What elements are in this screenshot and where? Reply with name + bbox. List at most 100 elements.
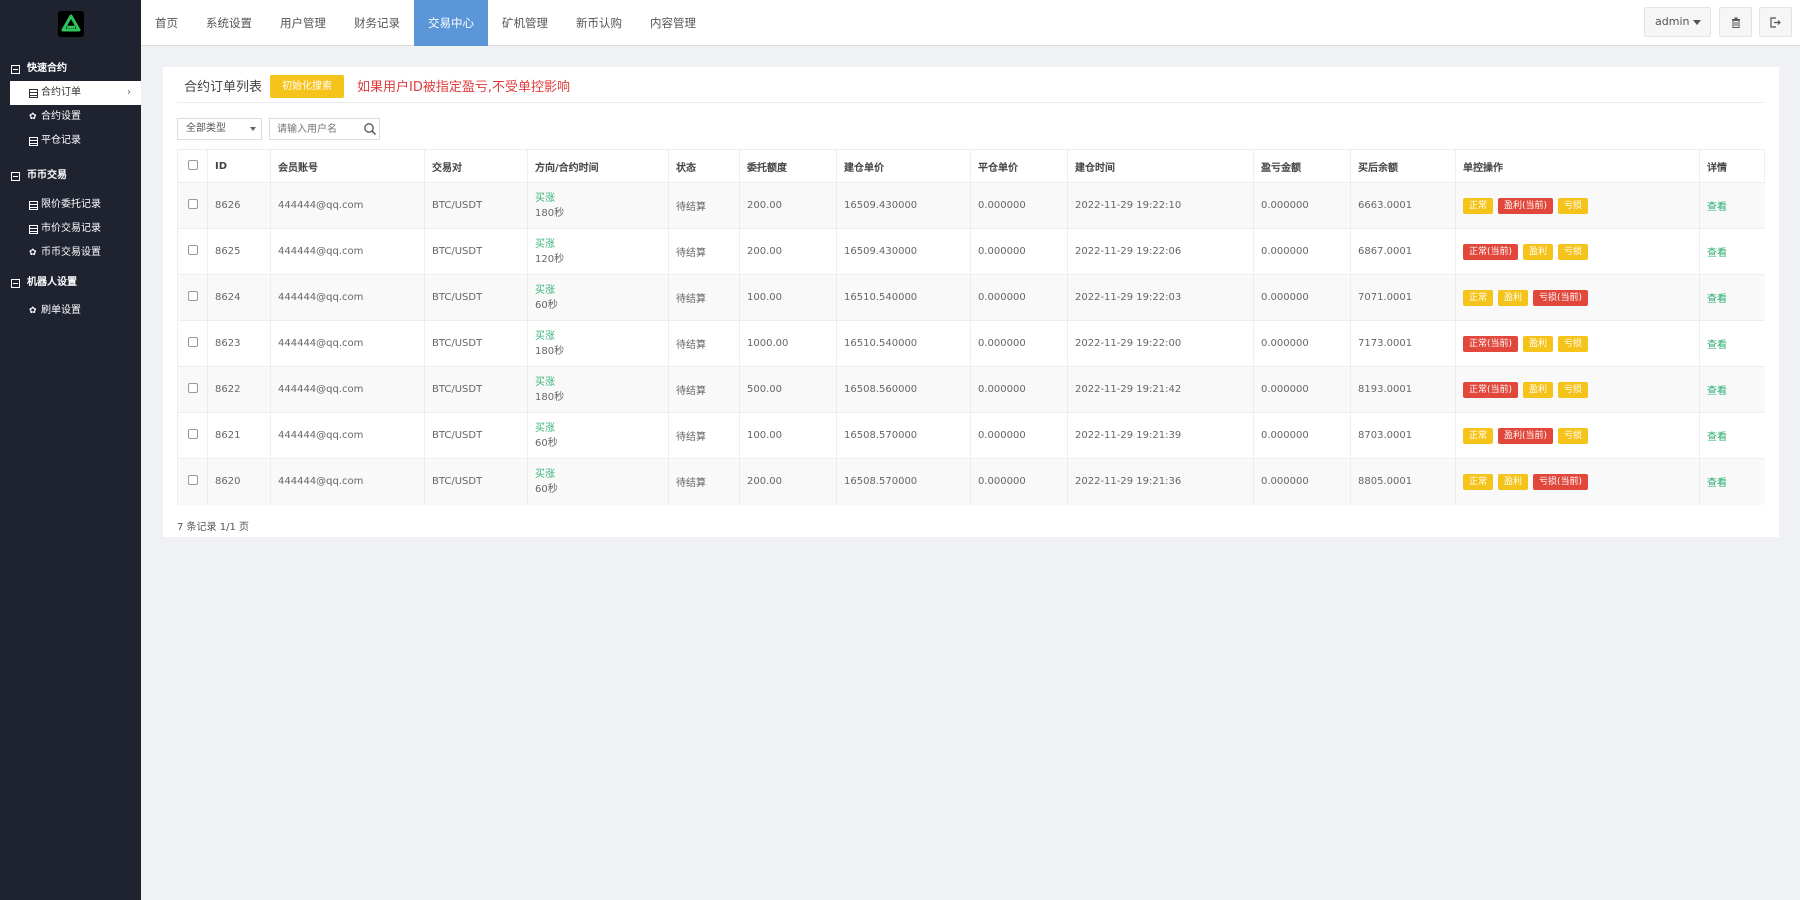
select-all-checkbox[interactable] [187,159,198,170]
nav-trading-center[interactable]: 交易中心 [414,0,488,46]
cell-pair: BTC/USDT [424,412,528,459]
sidebar-item-contract-orders[interactable]: 合约订单 › [10,81,141,105]
sidebar-item-coin-settings[interactable]: ✿ 币币交易设置 [0,241,141,265]
cell-account: 444444@qq.com [270,412,425,459]
search-icon[interactable] [363,122,377,136]
table-icon [29,136,38,146]
control-action-button[interactable]: 亏损(当前) [1533,289,1589,306]
row-select-cell [177,228,208,275]
control-action-button[interactable]: 亏损 [1558,243,1589,260]
clear-cache-button[interactable] [1719,7,1752,37]
view-detail-link[interactable]: 查看 [1707,202,1727,213]
sidebar: 快速合约 合约订单 › ✿ 合约设置 平仓记录 币币交易 限价委托记录 市价交易记录… [0,0,141,900]
table-icon [29,224,38,234]
nav-new-coin-subscription[interactable]: 新币认购 [562,0,636,46]
cell-control: 正常(当前) 盈利 亏损 [1455,366,1700,413]
row-select-cell [177,412,208,459]
sidebar-group-contract: 快速合约 合约订单 › ✿ 合约设置 平仓记录 [0,57,141,153]
nav-system-settings[interactable]: 系统设置 [192,0,266,46]
row-select-cell [177,274,208,321]
reset-search-button[interactable]: 初始化搜索 [270,75,344,98]
control-action-button[interactable]: 正常(当前) [1463,381,1519,398]
view-detail-link[interactable]: 查看 [1707,248,1727,259]
control-action-button[interactable]: 亏损 [1558,427,1589,444]
row-checkbox[interactable] [187,199,198,209]
logo[interactable] [58,11,84,37]
gear-icon: ✿ [29,111,37,122]
nav-miner-management[interactable]: 矿机管理 [488,0,562,46]
control-action-button[interactable]: 盈利 [1498,289,1529,306]
control-action-button[interactable]: 盈利(当前) [1498,427,1554,444]
table-row: 8622 444444@qq.com BTC/USDT 买涨 180秒 待结算 500.00… [177,366,1765,413]
cell-balance: 6663.0001 [1350,182,1456,229]
type-filter-select[interactable]: 全部类型 [177,118,262,140]
cell-close-price: 0.000000 [970,228,1068,275]
cell-account: 444444@qq.com [270,274,425,321]
sidebar-group-title[interactable]: 快速合约 [0,57,141,81]
nav-user-management[interactable]: 用户管理 [266,0,340,46]
row-checkbox[interactable] [187,291,198,301]
main-nav: 首页 系统设置 用户管理 财务记录 交易中心 矿机管理 新币认购 内容管理 [141,0,1800,46]
view-detail-link[interactable]: 查看 [1707,432,1727,443]
control-action-button[interactable]: 盈利 [1523,335,1554,352]
cell-amount: 200.00 [739,458,837,505]
cell-open-time: 2022-11-29 19:22:10 [1067,182,1254,229]
cell-direction: 买涨 120秒 [527,228,669,275]
cell-status: 待结算 [668,412,740,459]
row-checkbox[interactable] [187,383,198,393]
sidebar-item-contract-settings[interactable]: ✿ 合约设置 [0,105,141,129]
col-control: 单控操作 [1455,149,1700,183]
row-checkbox[interactable] [187,429,198,439]
contract-orders-panel: 合约订单列表 初始化搜索 如果用户ID被指定盈亏,不受单控影响 全部类型 ID … [163,67,1779,537]
control-action-button[interactable]: 盈利 [1523,381,1554,398]
col-status: 状态 [668,149,740,183]
sidebar-group-title[interactable]: 币币交易 [0,164,141,188]
cell-balance: 8805.0001 [1350,458,1456,505]
view-detail-link[interactable]: 查看 [1707,294,1727,305]
control-action-button[interactable]: 盈利(当前) [1498,197,1554,214]
sidebar-item-brush-settings[interactable]: ✿ 刷单设置 [0,299,141,323]
cell-amount: 100.00 [739,412,837,459]
logout-icon [1770,16,1781,28]
row-checkbox[interactable] [187,337,198,347]
page-title: 合约订单列表 [184,80,263,95]
sidebar-item-limit-orders[interactable]: 限价委托记录 [0,193,141,217]
control-action-button[interactable]: 盈利 [1498,473,1529,490]
control-action-button[interactable]: 正常 [1463,427,1494,444]
logout-button[interactable] [1759,7,1792,37]
cell-control: 正常 盈利 亏损(当前) [1455,274,1700,321]
view-detail-link[interactable]: 查看 [1707,340,1727,351]
cell-balance: 6867.0001 [1350,228,1456,275]
control-action-button[interactable]: 亏损 [1558,381,1589,398]
nav-content-management[interactable]: 内容管理 [636,0,710,46]
nav-finance-records[interactable]: 财务记录 [340,0,414,46]
cell-pnl: 0.000000 [1253,412,1351,459]
cell-account: 444444@qq.com [270,458,425,505]
control-action-button[interactable]: 正常(当前) [1463,243,1519,260]
control-action-button[interactable]: 正常 [1463,289,1494,306]
cell-open-time: 2022-11-29 19:21:36 [1067,458,1254,505]
cell-close-price: 0.000000 [970,320,1068,367]
view-detail-link[interactable]: 查看 [1707,478,1727,489]
control-action-button[interactable]: 亏损 [1558,335,1589,352]
sidebar-item-close-records[interactable]: 平仓记录 [0,129,141,153]
admin-dropdown[interactable]: admin [1644,7,1711,37]
control-action-button[interactable]: 正常 [1463,197,1494,214]
control-action-button[interactable]: 亏损(当前) [1533,473,1589,490]
cell-amount: 200.00 [739,228,837,275]
cell-close-price: 0.000000 [970,412,1068,459]
row-checkbox[interactable] [187,475,198,486]
control-action-button[interactable]: 亏损 [1558,197,1589,214]
col-pnl: 盈亏金额 [1253,149,1351,183]
gear-icon: ✿ [29,305,37,316]
control-action-button[interactable]: 正常(当前) [1463,335,1519,352]
sidebar-item-market-trades[interactable]: 市价交易记录 [0,217,141,241]
control-action-button[interactable]: 盈利 [1523,243,1554,260]
cell-close-price: 0.000000 [970,366,1068,413]
sidebar-group-title[interactable]: 机器人设置 [0,271,141,295]
view-detail-link[interactable]: 查看 [1707,386,1727,397]
duration-label: 180秒 [535,345,565,357]
row-checkbox[interactable] [187,245,198,255]
control-action-button[interactable]: 正常 [1463,473,1494,490]
nav-home[interactable]: 首页 [141,0,192,46]
